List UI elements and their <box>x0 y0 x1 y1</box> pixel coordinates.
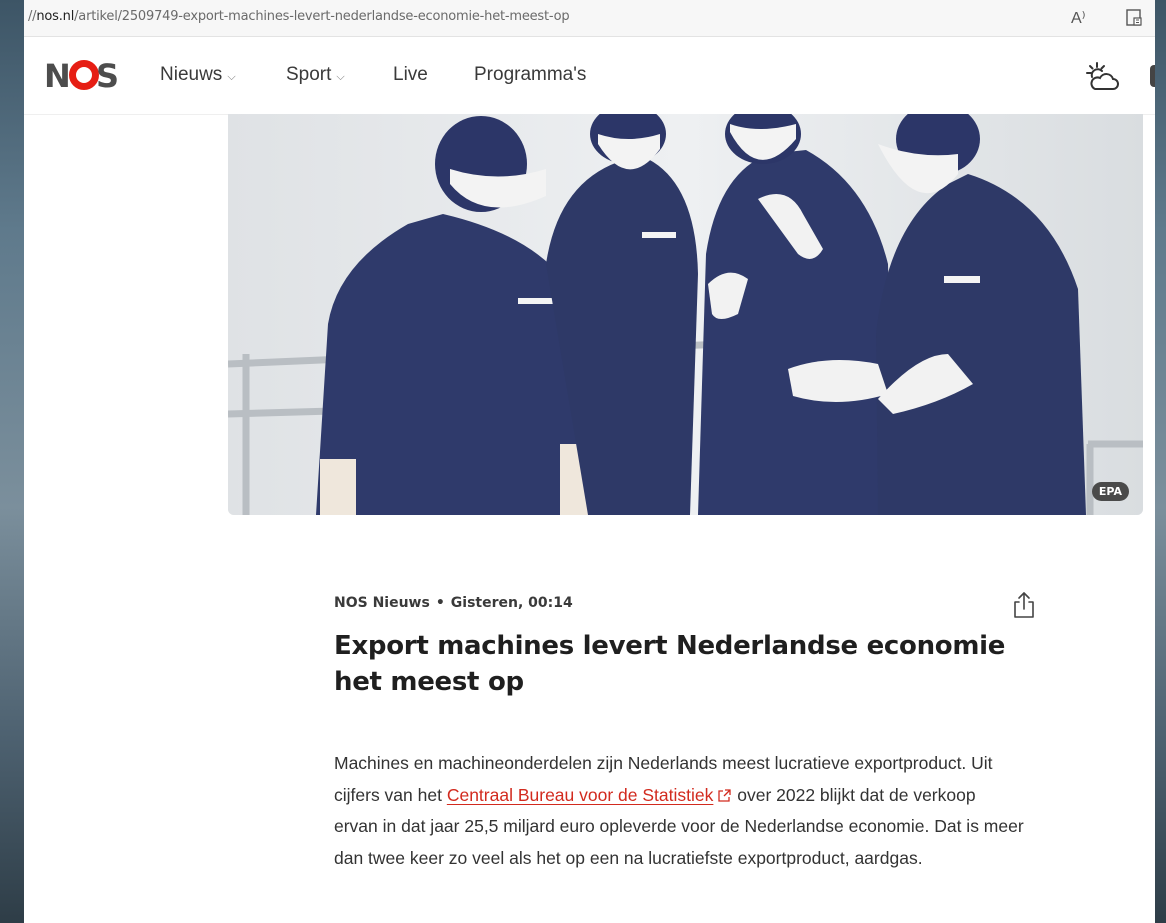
sun-cloud-icon[interactable] <box>1082 59 1122 95</box>
nav-label: Live <box>393 64 428 85</box>
svg-text:N: N <box>44 59 70 91</box>
cbs-link[interactable]: Centraal Bureau voor de Statistiek <box>447 785 714 805</box>
article-title: Export machines levert Nederlandse econo… <box>334 631 1006 697</box>
url-host: nos.nl <box>36 9 75 24</box>
read-aloud-icon[interactable]: A⁾ <box>1071 8 1095 32</box>
article-meta: NOS Nieuws • Gisteren, 00:14 <box>334 595 573 611</box>
nav-label: Programma's <box>474 64 587 85</box>
hero-image: EPA <box>228 114 1143 515</box>
nav-item-nieuws[interactable]: Nieuws ⌵ <box>160 64 236 86</box>
share-icon[interactable] <box>1010 590 1038 620</box>
nav-item-live[interactable]: Live <box>393 64 428 86</box>
site-navigation: N S Nieuws ⌵ Sport ⌵ Live Programma's <box>24 37 1155 115</box>
article-paragraph: Machines en machineonderdelen zijn Neder… <box>334 748 1024 874</box>
nav-item-programmas[interactable]: Programma's <box>474 64 586 86</box>
nav-label: Sport <box>286 64 332 85</box>
svg-text:S: S <box>96 59 118 91</box>
nos-logo[interactable]: N S <box>44 59 124 91</box>
article-time: Gisteren, 00:14 <box>450 595 573 611</box>
immersive-reader-icon[interactable] <box>1122 6 1146 30</box>
chevron-down-icon: ⌵ <box>336 71 345 83</box>
article-source: NOS Nieuws <box>334 595 430 611</box>
meta-separator: • <box>435 595 445 611</box>
nav-label: Nieuws <box>160 64 223 85</box>
photo-credit-badge: EPA <box>1091 482 1129 501</box>
browser-window: //nos.nl/artikel/2509749-export-machines… <box>24 0 1155 923</box>
url-path: /artikel/2509749-export-machines-levert-… <box>74 9 570 24</box>
url-text[interactable]: //nos.nl/artikel/2509749-export-machines… <box>28 9 570 24</box>
nav-item-sport[interactable]: Sport ⌵ <box>286 64 345 86</box>
address-bar[interactable]: //nos.nl/artikel/2509749-export-machines… <box>24 0 1155 37</box>
chevron-down-icon: ⌵ <box>227 71 236 83</box>
cleanroom-photo <box>228 114 1143 515</box>
external-link-icon[interactable] <box>717 788 732 803</box>
profile-avatar-edge[interactable] <box>1150 65 1155 87</box>
